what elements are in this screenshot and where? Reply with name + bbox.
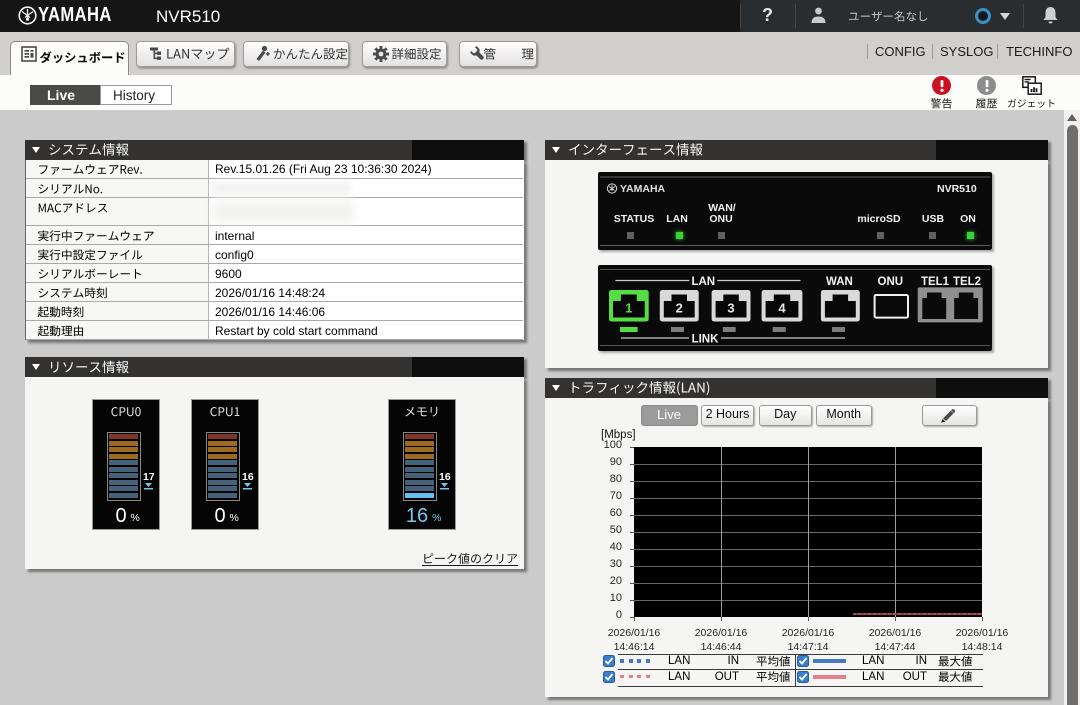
svg-text:1: 1 [625,301,632,316]
svg-text:TEL1: TEL1 [921,276,950,288]
svg-text:LINK: LINK [692,334,720,346]
svg-text:ONU: ONU [878,276,904,288]
svg-text:TEL2: TEL2 [953,276,981,288]
svg-text:3: 3 [727,301,734,316]
svg-text:4: 4 [778,301,786,316]
svg-text:WAN: WAN [826,276,853,288]
svg-text:2: 2 [676,301,683,316]
svg-text:LAN: LAN [691,276,715,288]
